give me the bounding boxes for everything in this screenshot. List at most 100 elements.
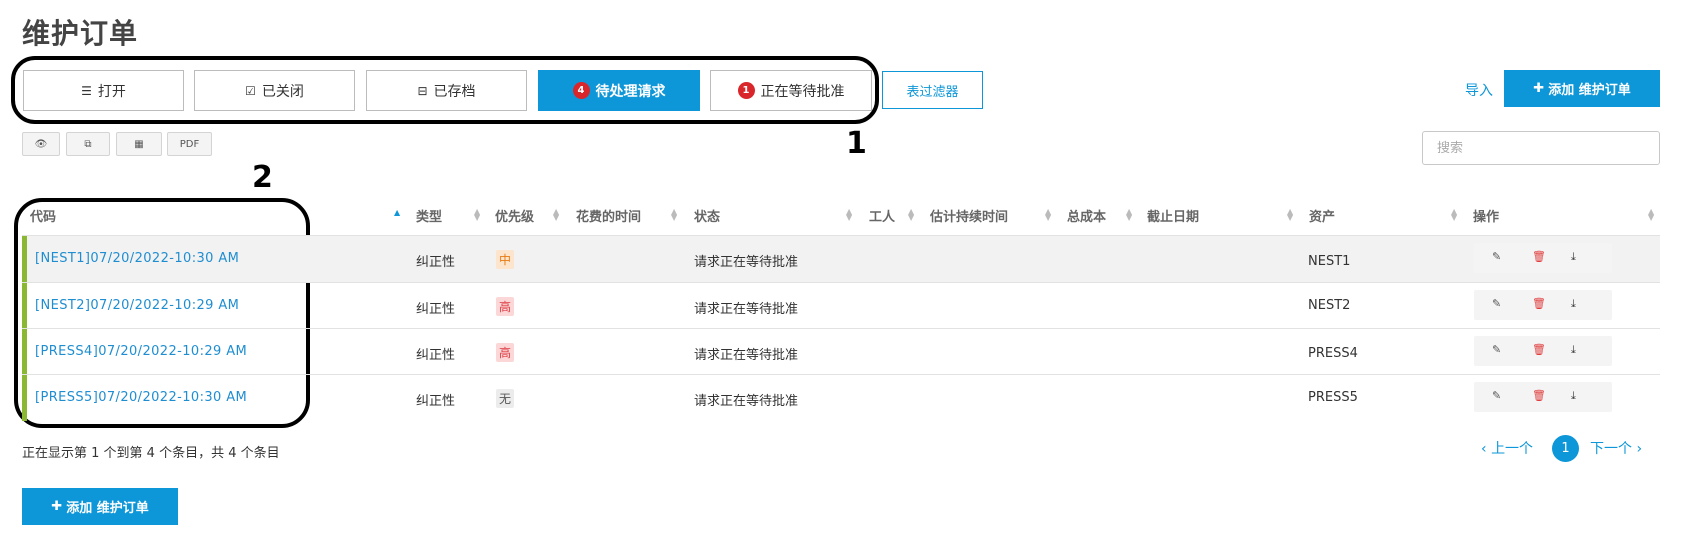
tab-open[interactable]: ☰ 打开 [23, 70, 184, 111]
column-header-worker[interactable]: 工人 [869, 206, 895, 225]
list-icon: ☰ [81, 83, 92, 98]
code-text[interactable]: [PRESS5]07/20/2022-10:30 AM [35, 390, 247, 405]
status-cell: 请求正在等待批准 [694, 348, 799, 363]
download-icon[interactable]: ⤓ [1571, 250, 1576, 264]
status-cell: 请求正在等待批准 [694, 394, 799, 409]
edit-icon[interactable]: ✎ [1492, 250, 1501, 263]
download-icon[interactable]: ⤓ [1571, 297, 1576, 311]
add-button-label: 添加 维护订单 [1548, 83, 1631, 98]
type-cell: 纠正性 [416, 394, 456, 409]
edit-icon[interactable]: ✎ [1492, 343, 1501, 356]
column-header-time-spent[interactable]: 花费的时间 [576, 206, 641, 225]
sort-icon[interactable]: ▲ ▼ [553, 208, 559, 222]
copy-button[interactable]: ⧉ [66, 132, 110, 156]
column-header-estimated-duration[interactable]: 估计持续时间 [930, 206, 1008, 225]
row-actions: ✎ 🗑 ⤓ [1474, 382, 1612, 412]
export-excel-button[interactable]: ▦ [116, 132, 162, 156]
checkbox-icon: ☑ [245, 83, 256, 98]
column-header-actions[interactable]: 操作 [1473, 206, 1499, 225]
type-cell: 纠正性 [416, 302, 456, 317]
download-icon[interactable]: ⤓ [1571, 343, 1576, 357]
count-badge: 4 [572, 82, 590, 99]
column-header-total-cost[interactable]: 总成本 [1067, 206, 1106, 225]
count-badge: 1 [737, 82, 755, 99]
column-header-asset[interactable]: 资产 [1309, 206, 1335, 225]
tab-label: 待处理请求 [595, 83, 666, 100]
tab-label: 已关闭 [261, 83, 304, 100]
copy-icon: ⧉ [84, 138, 92, 150]
tab-archived[interactable]: ⊟ 已存档 [366, 70, 527, 111]
sort-icon[interactable]: ▲ ▼ [474, 208, 480, 222]
table-info: 正在显示第 1 个到第 4 个条目，共 4 个条目 [22, 446, 280, 461]
tab-awaiting-approval[interactable]: 1 正在等待批准 [710, 70, 872, 111]
tab-label: 已存档 [433, 83, 476, 100]
tab-closed[interactable]: ☑ 已关闭 [194, 70, 355, 111]
table-icon: ▦ [134, 138, 144, 150]
table-row: [NEST1]07/20/2022-10:30 AM 纠正性 中 请求正在等待批… [22, 236, 1660, 282]
archive-icon: ⊟ [417, 83, 428, 98]
trash-icon[interactable]: 🗑 [1532, 343, 1546, 356]
sort-icon[interactable]: ▲ ▼ [1126, 208, 1132, 222]
trash-icon[interactable]: 🗑 [1532, 297, 1546, 310]
edit-icon[interactable]: ✎ [1492, 389, 1501, 402]
table-row: [PRESS4]07/20/2022-10:29 AM 纠正性 高 请求正在等待… [22, 329, 1660, 375]
sort-icon[interactable]: ▲ ▼ [1451, 208, 1457, 222]
priority-badge: 高 [496, 297, 515, 316]
add-button-label: 添加 维护订单 [66, 501, 149, 516]
page-number[interactable]: 1 [1552, 435, 1579, 462]
trash-icon[interactable]: 🗑 [1532, 250, 1546, 263]
column-header-due-date[interactable]: 截止日期 [1147, 206, 1199, 225]
column-header-type[interactable]: 类型 [416, 206, 442, 225]
code-text[interactable]: [NEST1]07/20/2022-10:30 AM [35, 251, 239, 266]
row-actions: ✎ 🗑 ⤓ [1474, 336, 1612, 366]
chevron-left-icon: ‹ [1481, 441, 1487, 457]
edit-icon[interactable]: ✎ [1492, 297, 1501, 310]
prev-page-link[interactable]: ‹ 上一个 [1481, 438, 1533, 458]
chevron-right-icon: › [1636, 441, 1643, 457]
row-actions: ✎ 🗑 ⤓ [1474, 290, 1612, 320]
export-pdf-button[interactable]: PDF [167, 132, 212, 156]
code-text[interactable]: [NEST2]07/20/2022-10:29 AM [35, 298, 239, 313]
sort-icon[interactable]: ▲ ▼ [1045, 208, 1051, 222]
column-header-priority[interactable]: 优先级 [495, 206, 534, 225]
column-header-status[interactable]: 状态 [694, 206, 720, 225]
code-link[interactable]: [PRESS5]07/20/2022-10:30 AM [35, 390, 247, 405]
table-filter-button[interactable]: 表过滤器 [882, 71, 983, 109]
prev-label: 上一个 [1491, 441, 1534, 457]
trash-icon[interactable]: 🗑 [1532, 389, 1546, 402]
page-title: 维护订单 [22, 17, 139, 50]
table-row: [NEST2]07/20/2022-10:29 AM 纠正性 高 请求正在等待批… [22, 283, 1660, 329]
asset-cell: NEST1 [1308, 254, 1351, 269]
status-cell: 请求正在等待批准 [694, 302, 799, 317]
asset-cell: PRESS5 [1308, 390, 1358, 405]
row-actions: ✎ 🗑 ⤓ [1474, 243, 1612, 273]
annotation-label: 2 [252, 160, 273, 195]
plus-icon: ✚ [51, 499, 63, 514]
add-maintenance-order-button[interactable]: ✚ 添加 维护订单 [1504, 70, 1660, 107]
sort-icon[interactable]: ▲ ▼ [908, 208, 914, 222]
tab-pending-requests[interactable]: 4 待处理请求 [538, 70, 700, 111]
code-text[interactable]: [PRESS4]07/20/2022-10:29 AM [35, 344, 247, 359]
tab-label: 打开 [97, 83, 126, 100]
plus-icon: ✚ [1533, 81, 1545, 96]
next-page-link[interactable]: 下一个 › [1590, 438, 1642, 458]
import-link[interactable]: 导入 [1465, 80, 1493, 100]
status-cell: 请求正在等待批准 [694, 255, 799, 270]
code-link[interactable]: [NEST2]07/20/2022-10:29 AM [35, 298, 239, 313]
sort-icon[interactable]: ▲ ▼ [1648, 208, 1654, 222]
pdf-label: PDF [179, 138, 200, 150]
sort-icon[interactable]: ▲ ▼ [1287, 208, 1293, 222]
priority-badge: 中 [496, 250, 515, 269]
code-link[interactable]: [NEST1]07/20/2022-10:30 AM [35, 251, 239, 266]
sort-asc-icon[interactable]: ▲ [394, 209, 400, 217]
add-maintenance-order-button-bottom[interactable]: ✚ 添加 维护订单 [22, 488, 178, 525]
sort-icon[interactable]: ▲ ▼ [846, 208, 852, 222]
code-link[interactable]: [PRESS4]07/20/2022-10:29 AM [35, 344, 247, 359]
tab-label: 正在等待批准 [760, 83, 845, 100]
download-icon[interactable]: ⤓ [1571, 389, 1576, 403]
asset-cell: NEST2 [1308, 298, 1351, 313]
column-header-code[interactable]: 代码 [30, 206, 56, 225]
sort-icon[interactable]: ▲ ▼ [671, 208, 677, 222]
search-input[interactable] [1422, 131, 1660, 165]
column-visibility-button[interactable]: 👁 [22, 132, 60, 156]
